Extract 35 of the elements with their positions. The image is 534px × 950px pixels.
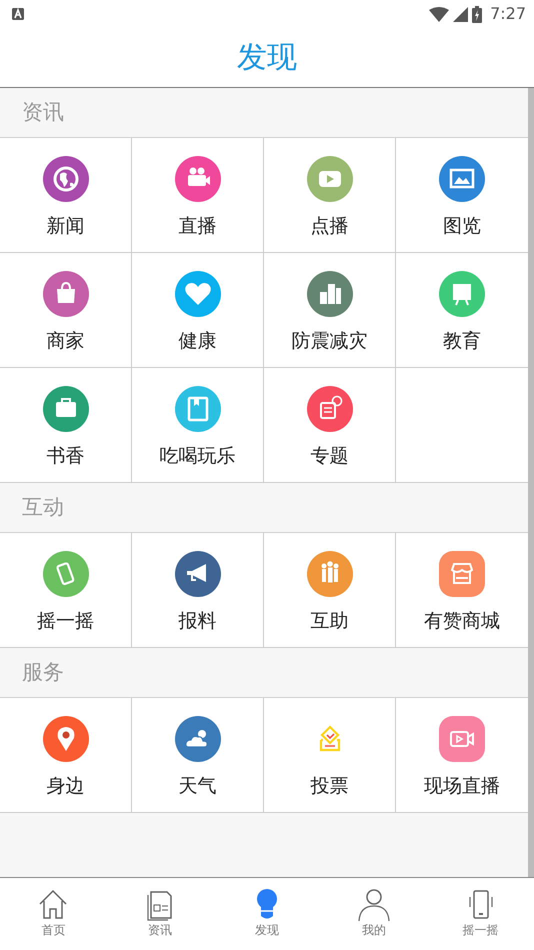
grid-item[interactable]: 报料 <box>132 533 264 648</box>
grid-item[interactable]: 新闻 <box>0 138 132 253</box>
grid-item[interactable]: 图览 <box>396 138 528 253</box>
grid-item[interactable]: 健康 <box>132 253 264 368</box>
tab-bar-item[interactable]: 发现 <box>214 878 320 949</box>
grid-item[interactable]: 身边 <box>0 698 132 813</box>
section-title: 服务 <box>22 658 64 686</box>
battery-icon <box>472 6 482 22</box>
grid-item[interactable]: 专题 <box>264 368 396 483</box>
grid-item[interactable]: 书香 <box>0 368 132 483</box>
grid-item[interactable]: 防震减灾 <box>264 253 396 368</box>
grid-item[interactable]: 商家 <box>0 253 132 368</box>
grid-item[interactable]: 吃喝玩乐 <box>132 368 264 483</box>
notification-icon <box>12 8 24 20</box>
tab-bar-item[interactable]: 我的 <box>320 878 428 949</box>
grid-item[interactable]: 摇一摇 <box>0 533 132 648</box>
grid-item[interactable]: 点播 <box>264 138 396 253</box>
grid-item[interactable]: 投票 <box>264 698 396 813</box>
tab-bar-item[interactable]: 资讯 <box>106 878 214 949</box>
grid-item[interactable]: 直播 <box>132 138 264 253</box>
wifi-icon <box>429 6 450 22</box>
grid-item[interactable]: 教育 <box>396 253 528 368</box>
signal-icon <box>453 6 468 22</box>
grid-item[interactable]: 现场直播 <box>396 698 528 813</box>
home-icon <box>37 888 70 921</box>
tab-bar-item[interactable]: 摇一摇 <box>427 878 534 949</box>
tab-bar-item[interactable]: 首页 <box>0 878 107 949</box>
grid-item[interactable]: 有赞商城 <box>396 533 528 648</box>
person-icon <box>358 888 390 921</box>
clock-time: 7:27 <box>490 3 526 25</box>
section-title: 互动 <box>22 494 64 521</box>
section-title: 资讯 <box>22 98 64 126</box>
grid-item[interactable]: 互助 <box>264 533 396 648</box>
grid-item[interactable]: 天气 <box>132 698 264 813</box>
page-title: 发现 <box>237 39 297 77</box>
